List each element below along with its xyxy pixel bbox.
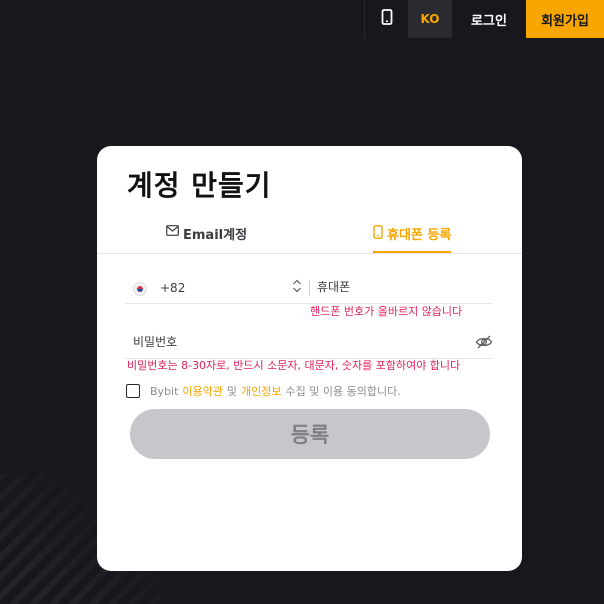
tab-email-label: Email계정 [183, 228, 248, 243]
login-link[interactable]: 로그인 [452, 0, 526, 38]
agreement-prefix: Bybit [150, 384, 179, 398]
privacy-link[interactable]: 개인정보 [241, 383, 281, 399]
phone-error: 핸드폰 번호가 올바르지 않습니다 [310, 305, 463, 318]
agree-checkbox[interactable] [126, 384, 140, 398]
password-field-row [125, 329, 493, 359]
password-input[interactable] [133, 335, 453, 349]
password-error: 비밀번호는 8-30자로, 반드시 소문자, 대문자, 숫자를 포함하여야 합니… [127, 359, 461, 372]
tab-bar: Email계정 휴대폰 등록 [97, 224, 522, 254]
register-button[interactable]: 등록 [130, 409, 490, 459]
signup-card: 계정 만들기 Email계정 휴대폰 등록 +82 핸드폰 번호가 올바르지 않… [97, 146, 522, 571]
page-title: 계정 만들기 [127, 169, 272, 202]
tab-phone[interactable]: 휴대폰 등록 [373, 224, 452, 253]
agreement-row: Bybit 이용약관 및 개인정보 수집 및 이용 동의합니다. [126, 383, 401, 399]
korea-flag-icon [133, 282, 147, 296]
agreement-suffix: 수집 및 이용 동의합니다. [285, 385, 401, 398]
phone-icon [381, 9, 393, 29]
agreement-and: 및 [226, 385, 238, 398]
top-nav: KO 로그인 회원가입 [364, 0, 604, 38]
divider [309, 280, 310, 296]
phone-input[interactable] [317, 280, 487, 294]
country-code[interactable]: +82 [160, 281, 185, 295]
mobile-app-button[interactable] [364, 0, 408, 38]
tab-email[interactable]: Email계정 [166, 224, 247, 254]
tab-phone-label: 휴대폰 등록 [387, 228, 452, 243]
phone-icon [373, 225, 383, 239]
language-selector[interactable]: KO [408, 0, 452, 38]
chevron-updown-icon[interactable] [292, 278, 302, 297]
terms-link[interactable]: 이용약관 [182, 383, 222, 399]
eye-off-icon[interactable] [475, 334, 493, 354]
signup-button[interactable]: 회원가입 [526, 0, 604, 38]
phone-field-row: +82 [125, 274, 493, 304]
mail-icon [166, 225, 179, 236]
